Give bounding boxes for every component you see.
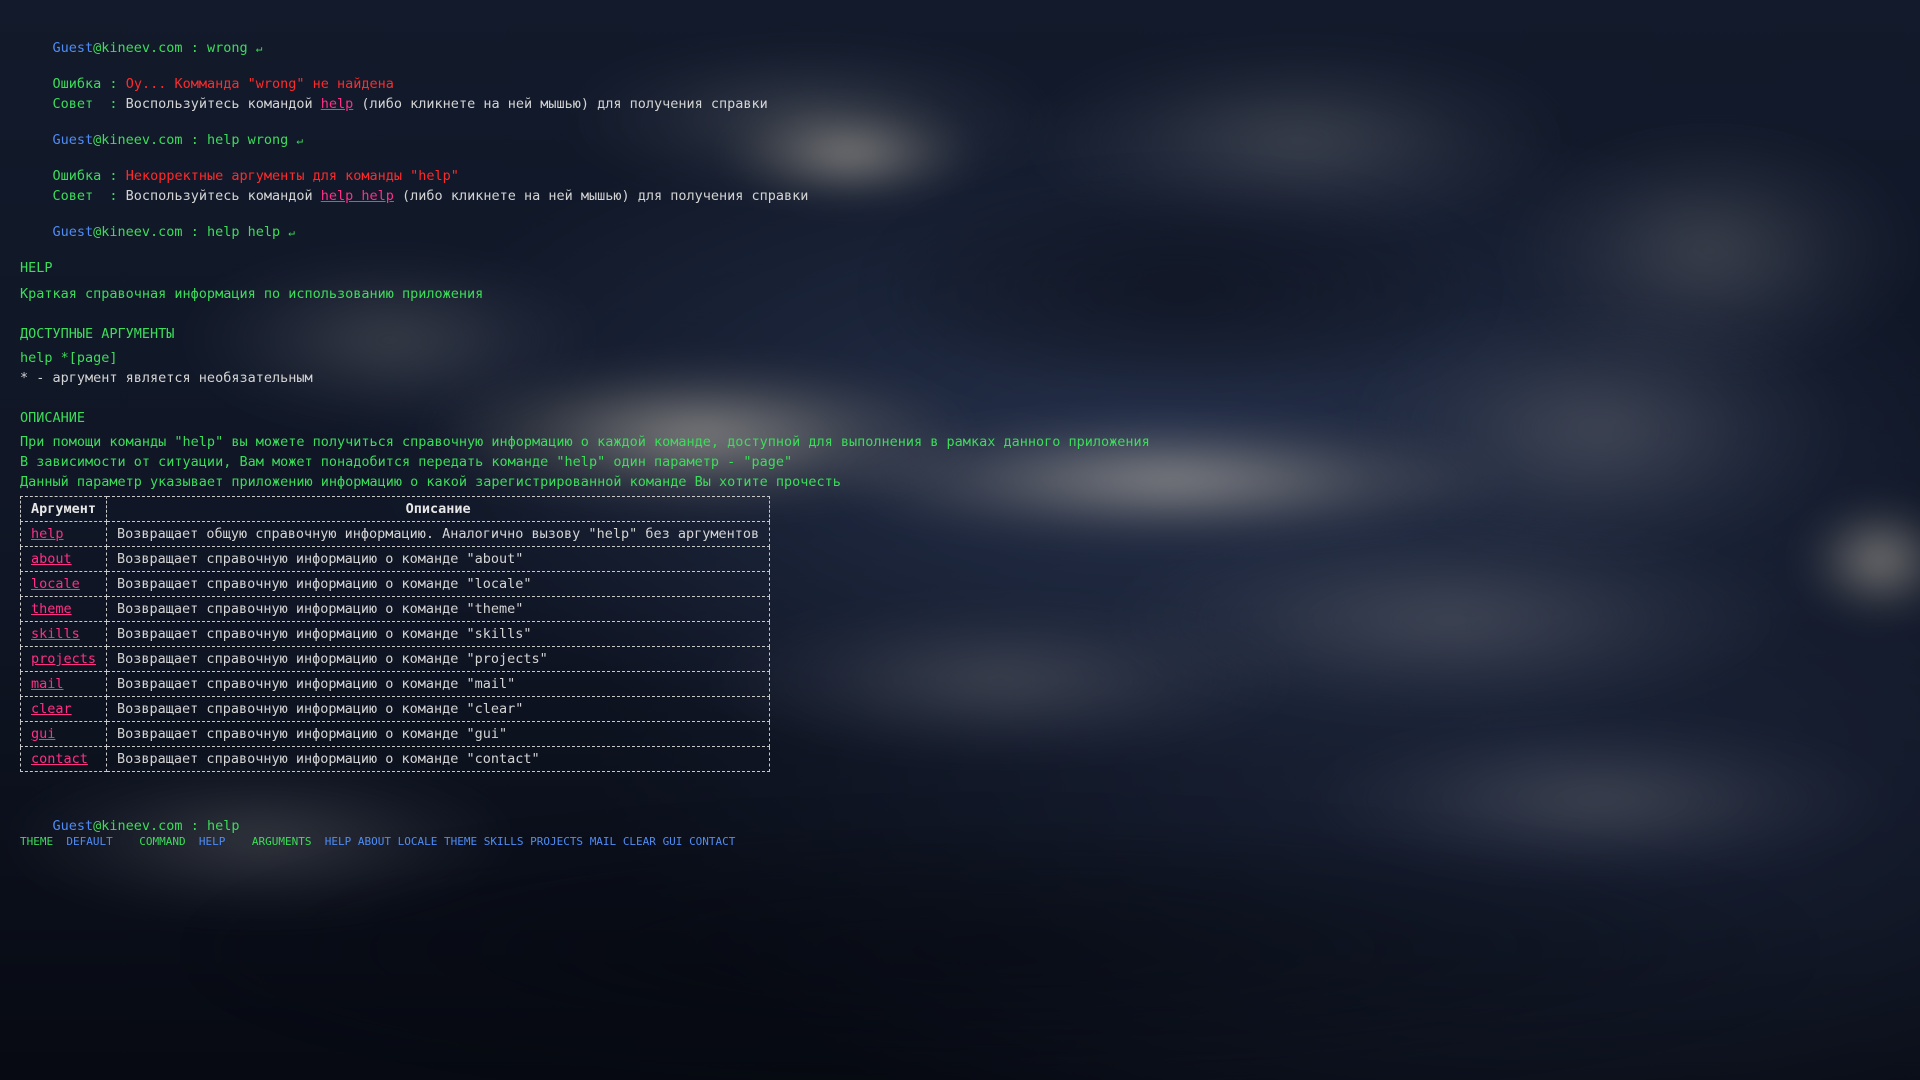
prompt-user: Guest	[52, 40, 94, 56]
table-row: locale Возвращает справочную информацию …	[19, 571, 771, 597]
description-line: В зависимости от ситуации, Вам может пон…	[20, 454, 793, 470]
prompt-separator: :	[182, 224, 207, 240]
argument-description: Возвращает справочную информацию о коман…	[106, 646, 771, 672]
prompt-user: Guest	[52, 224, 94, 240]
table-row: about Возвращает справочную информацию о…	[19, 546, 771, 572]
table-row: mail Возвращает справочную информацию о …	[19, 671, 771, 697]
help-help-command-link[interactable]: help help	[321, 188, 394, 204]
help-summary: Краткая справочная информация по использ…	[20, 286, 484, 302]
prompt-host: @kineev.com	[93, 132, 183, 148]
help-title: HELP	[20, 260, 53, 276]
prompt-user: Guest	[52, 818, 94, 834]
enter-icon: ↵	[255, 42, 263, 55]
entered-command: help wrong	[206, 132, 289, 148]
argument-description: Возвращает справочную информацию о коман…	[106, 721, 771, 747]
entered-command: help help	[206, 224, 281, 240]
table-header-row: Аргумент Описание	[19, 496, 771, 522]
argument-link-projects[interactable]: projects	[31, 651, 96, 667]
argument-link-help[interactable]: help	[31, 526, 64, 542]
tip-label: Совет	[52, 96, 94, 112]
tip-prefix: Воспользуйтесь командой	[125, 96, 313, 112]
column-header-argument: Аргумент	[19, 496, 108, 522]
error-text: Некорректные аргументы для команды "help…	[125, 168, 459, 184]
column-header-description: Описание	[106, 496, 771, 522]
hint-theme-value[interactable]: DEFAULT	[66, 835, 112, 848]
prompt-line: Guest@kineev.com : wrong ↵	[20, 18, 1520, 56]
usage-note: * - аргумент является необязательным	[20, 370, 313, 386]
arguments-table: Аргумент Описание help Возвращает общую …	[19, 496, 771, 772]
text-cursor	[239, 816, 247, 830]
table-row: contact Возвращает справочную информацию…	[19, 746, 771, 772]
prompt-separator: :	[182, 40, 207, 56]
usage-line: help *[page]	[20, 350, 118, 366]
hint-theme-label: THEME	[20, 835, 54, 848]
enter-icon: ↵	[288, 226, 295, 239]
argument-description: Возвращает общую справочную информацию. …	[106, 521, 771, 547]
table-row: gui Возвращает справочную информацию о к…	[19, 721, 771, 747]
argument-link-clear[interactable]: clear	[31, 701, 72, 717]
argument-description: Возвращает справочную информацию о коман…	[106, 671, 771, 697]
error-text: Оу... Комманда "wrong" не найдена	[125, 76, 394, 92]
tip-suffix: (либо кликнете на ней мышью) для получен…	[402, 188, 809, 204]
argument-description: Возвращает справочную информацию о коман…	[106, 596, 771, 622]
table-row: projects Возвращает справочную информаци…	[19, 646, 771, 672]
hint-bar: THEME DEFAULT COMMAND HELP ARGUMENTS HEL…	[20, 834, 1520, 850]
tip-suffix: (либо кликнете на ней мышью) для получен…	[361, 96, 768, 112]
hint-argument-theme[interactable]: THEME	[444, 835, 477, 848]
prompt-host: @kineev.com	[93, 818, 183, 834]
argument-link-about[interactable]: about	[31, 551, 72, 567]
prompt-separator: :	[182, 818, 207, 834]
entered-command: wrong	[206, 40, 248, 56]
tip-label: Совет	[52, 188, 94, 204]
arguments-title: ДОСТУПНЫЕ АРГУМЕНТЫ	[20, 326, 175, 342]
argument-link-locale[interactable]: locale	[31, 576, 80, 592]
hint-arguments-label: ARGUMENTS	[251, 835, 312, 848]
description-title: ОПИСАНИЕ	[20, 410, 86, 426]
description-line: При помощи команды "help" вы можете полу…	[20, 434, 1150, 450]
hint-argument-help[interactable]: HELP	[325, 835, 352, 848]
command-input[interactable]: help	[207, 818, 240, 834]
argument-link-theme[interactable]: theme	[31, 601, 72, 617]
error-label: Ошибка	[52, 168, 102, 184]
prompt-separator: :	[182, 132, 207, 148]
hint-argument-mail[interactable]: MAIL	[590, 835, 617, 848]
argument-description: Возвращает справочную информацию о коман…	[106, 696, 771, 722]
hint-argument-skills[interactable]: SKILLS	[484, 835, 524, 848]
command-input-line[interactable]: Guest@kineev.com : help	[20, 796, 1520, 834]
enter-icon: ↵	[296, 134, 303, 147]
hint-argument-about[interactable]: ABOUT	[358, 835, 391, 848]
hint-argument-gui[interactable]: GUI	[663, 835, 683, 848]
prompt-host: @kineev.com	[93, 224, 183, 240]
table-row: skills Возвращает справочную информацию …	[19, 621, 771, 647]
argument-link-contact[interactable]: contact	[31, 751, 88, 767]
argument-link-gui[interactable]: gui	[31, 726, 55, 742]
prompt-host: @kineev.com	[93, 40, 183, 56]
prompt-user: Guest	[52, 132, 94, 148]
argument-link-mail[interactable]: mail	[31, 676, 64, 692]
table-row: clear Возвращает справочную информацию о…	[19, 696, 771, 722]
hint-argument-contact[interactable]: CONTACT	[689, 835, 735, 848]
table-row: theme Возвращает справочную информацию о…	[19, 596, 771, 622]
argument-description: Возвращает справочную информацию о коман…	[106, 746, 771, 772]
argument-description: Возвращает справочную информацию о коман…	[106, 546, 771, 572]
table-row: help Возвращает общую справочную информа…	[19, 521, 771, 547]
argument-description: Возвращает справочную информацию о коман…	[106, 621, 771, 647]
hint-argument-locale[interactable]: LOCALE	[398, 835, 438, 848]
terminal[interactable]: Guest@kineev.com : wrong ↵ Ошибка : Оу..…	[19, 18, 1520, 850]
hint-argument-clear[interactable]: CLEAR	[623, 835, 656, 848]
hint-command-value[interactable]: HELP	[199, 835, 226, 848]
error-label: Ошибка	[52, 76, 102, 92]
hint-argument-projects[interactable]: PROJECTS	[530, 835, 583, 848]
argument-description: Возвращает справочную информацию о коман…	[106, 571, 771, 597]
description-line: Данный параметр указывает приложению инф…	[20, 474, 841, 490]
hint-command-label: COMMAND	[139, 835, 186, 848]
argument-link-skills[interactable]: skills	[31, 626, 80, 642]
help-command-link[interactable]: help	[321, 96, 354, 112]
tip-prefix: Воспользуйтесь командой	[125, 188, 313, 204]
